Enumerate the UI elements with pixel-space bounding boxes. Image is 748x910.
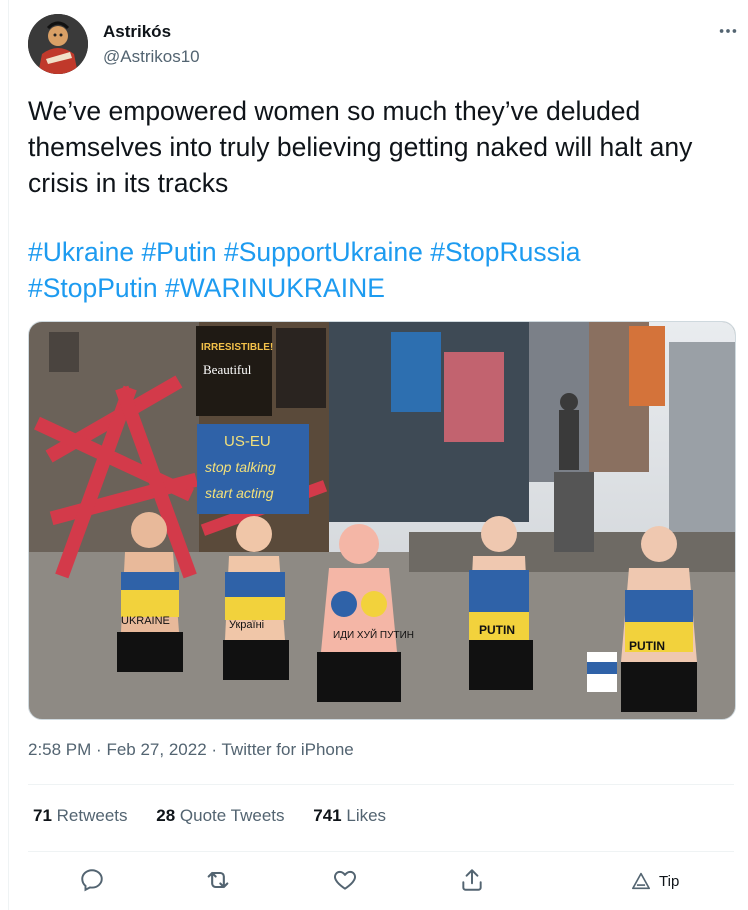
meta-separator: · bbox=[211, 740, 218, 759]
likes-count: 741 bbox=[313, 806, 342, 825]
hashtags: #Ukraine #Putin #SupportUkraine #StopRus… bbox=[28, 234, 728, 306]
tip-label: Tip bbox=[659, 872, 680, 890]
hashtag-link[interactable]: #StopPutin bbox=[28, 273, 158, 303]
reply-icon bbox=[81, 869, 103, 892]
body-text: UKRAINE bbox=[121, 615, 170, 627]
photo-scene: IRRESISTIBLE! Beautiful US-EU stop talki… bbox=[29, 322, 735, 719]
hashtag-link[interactable]: #SupportUkraine bbox=[224, 237, 423, 267]
tweet-header: Astrikós @Astrikos10 bbox=[28, 14, 740, 78]
tweet-text: We’ve empowered women so much they’ve de… bbox=[28, 96, 693, 198]
tip-button[interactable]: Tip bbox=[631, 868, 679, 894]
hashtag-link[interactable]: #WARINUKRAINE bbox=[165, 273, 385, 303]
quote-tweets-stat[interactable]: 28 Quote Tweets bbox=[156, 806, 284, 825]
quotes-label: Quote Tweets bbox=[179, 806, 285, 825]
retweet-button[interactable] bbox=[198, 860, 238, 900]
tweet-photo[interactable]: IRRESISTIBLE! Beautiful US-EU stop talki… bbox=[28, 321, 736, 720]
hashtag-link[interactable]: #Putin bbox=[141, 237, 216, 267]
tip-icon bbox=[631, 872, 650, 890]
tweet-source[interactable]: Twitter for iPhone bbox=[221, 740, 353, 759]
avatar[interactable] bbox=[28, 14, 88, 74]
tweet-meta: 2:58 PM · Feb 27, 2022 · Twitter for iPh… bbox=[28, 740, 354, 760]
retweets-label: Retweets bbox=[56, 806, 128, 825]
sign-text: US-EU bbox=[224, 433, 271, 450]
divider bbox=[28, 784, 734, 785]
tweet-date[interactable]: Feb 27, 2022 bbox=[106, 740, 206, 759]
protest-sign: US-EU stop talking start acting bbox=[197, 424, 309, 514]
hashtag-link[interactable]: #Ukraine bbox=[28, 237, 134, 267]
tweet-time[interactable]: 2:58 PM bbox=[28, 740, 91, 759]
likes-label: Likes bbox=[346, 806, 387, 825]
author-name[interactable]: Astrikós bbox=[103, 22, 171, 42]
divider bbox=[28, 851, 734, 852]
retweets-count: 71 bbox=[33, 806, 52, 825]
share-button[interactable] bbox=[452, 860, 492, 900]
quotes-count: 28 bbox=[156, 806, 176, 825]
billboard-text: IRRESISTIBLE! bbox=[201, 342, 273, 353]
meta-separator: · bbox=[96, 740, 102, 759]
timeline-border bbox=[8, 0, 9, 910]
like-button[interactable] bbox=[325, 860, 365, 900]
engagement-stats: 71 Retweets 28 Quote Tweets 741 Likes bbox=[33, 806, 410, 826]
sign-text: stop talking bbox=[205, 459, 276, 475]
body-text: Україні bbox=[229, 619, 264, 631]
hashtag-link[interactable]: #StopRussia bbox=[430, 237, 580, 267]
body-text: ИДИ ХУЙ ПУТИН bbox=[333, 628, 414, 641]
like-icon bbox=[334, 870, 356, 890]
body-text: PUTIN bbox=[479, 623, 515, 637]
sign-text: start acting bbox=[205, 485, 274, 501]
reply-button[interactable] bbox=[72, 860, 112, 900]
body-text: PUTIN bbox=[629, 639, 665, 653]
retweet-icon bbox=[207, 871, 229, 889]
author-handle[interactable]: @Astrikos10 bbox=[103, 47, 200, 67]
billboard-text: Beautiful bbox=[203, 362, 252, 377]
retweets-stat[interactable]: 71 Retweets bbox=[33, 806, 128, 825]
share-icon bbox=[462, 869, 482, 891]
action-bar: Tip bbox=[28, 860, 734, 900]
more-icon[interactable] bbox=[716, 20, 740, 44]
likes-stat[interactable]: 741 Likes bbox=[313, 806, 386, 825]
